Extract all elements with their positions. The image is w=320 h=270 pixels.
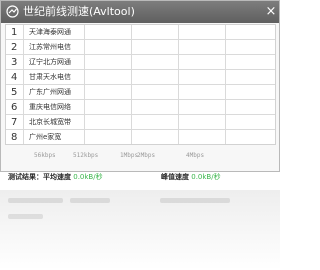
node-name: 江苏常州电信 [29, 43, 71, 51]
row-index: 8 [11, 132, 18, 143]
list-item[interactable]: 8 广州e家宽 [6, 130, 275, 144]
list-item[interactable]: 3 辽宁北方网通 [6, 55, 275, 70]
speed-scale-label: 1Mbps [120, 152, 139, 159]
reflection-bar [160, 198, 230, 203]
node-list: 1 天津海泰网通 2 江苏常州电信 3 辽宁北方网通 4 甘肃天水电信 5 广东… [5, 24, 276, 145]
peak-speed-value: 0.0kB/秒 [191, 173, 221, 181]
result-label: 测试结果：平均速度 [8, 173, 71, 181]
list-item[interactable]: 5 广东广州网通 [6, 85, 275, 100]
list-item[interactable]: 4 甘肃天水电信 [6, 70, 275, 85]
node-name: 北京长城宽带 [29, 118, 71, 126]
list-item[interactable]: 1 天津海泰网通 [6, 25, 275, 40]
title-bar[interactable]: 世纪前线测速(Avltool) × [1, 1, 279, 23]
average-speed-value: 0.0kB/秒 [73, 173, 103, 181]
close-icon[interactable]: × [264, 4, 278, 20]
node-name: 广东广州网通 [29, 88, 71, 96]
row-index: 2 [11, 42, 18, 53]
speed-scale-label: 56kbps [34, 152, 56, 159]
reflection-bar [8, 198, 63, 203]
node-name: 辽宁北方网通 [29, 58, 71, 66]
app-icon [6, 5, 19, 18]
peak-label: 峰值速度 [161, 173, 189, 181]
row-index: 4 [11, 72, 18, 83]
reflection-bar [70, 198, 110, 203]
list-item[interactable]: 7 北京长城宽带 [6, 115, 275, 130]
node-name: 重庆电信网络 [29, 103, 71, 111]
node-name: 广州e家宽 [29, 133, 62, 141]
row-index: 3 [11, 57, 18, 68]
peak-speed-status: 峰值速度 0.0kB/秒 [161, 171, 221, 183]
speed-test-window: 世纪前线测速(Avltool) × 1 天津海泰网通 2 江苏常州电信 3 辽宁… [0, 0, 280, 181]
row-index: 1 [11, 27, 18, 38]
speed-scale-label: 512kbps [73, 152, 99, 159]
row-index: 5 [11, 87, 18, 98]
list-item[interactable]: 6 重庆电信网络 [6, 100, 275, 115]
node-name: 天津海泰网通 [29, 28, 71, 36]
speed-scale-label: 2Mbps [137, 152, 156, 159]
reflection-bar [8, 214, 43, 219]
speed-scale-label: 4Mbps [186, 152, 205, 159]
row-index: 6 [11, 102, 18, 113]
list-item[interactable]: 2 江苏常州电信 [6, 40, 275, 55]
window-title: 世纪前线测速(Avltool) [23, 5, 135, 18]
node-name: 甘肃天水电信 [29, 73, 71, 81]
average-speed-status: 测试结果：平均速度 0.0kB/秒 [8, 171, 103, 183]
window-reflection [0, 190, 280, 270]
row-index: 7 [11, 117, 18, 128]
